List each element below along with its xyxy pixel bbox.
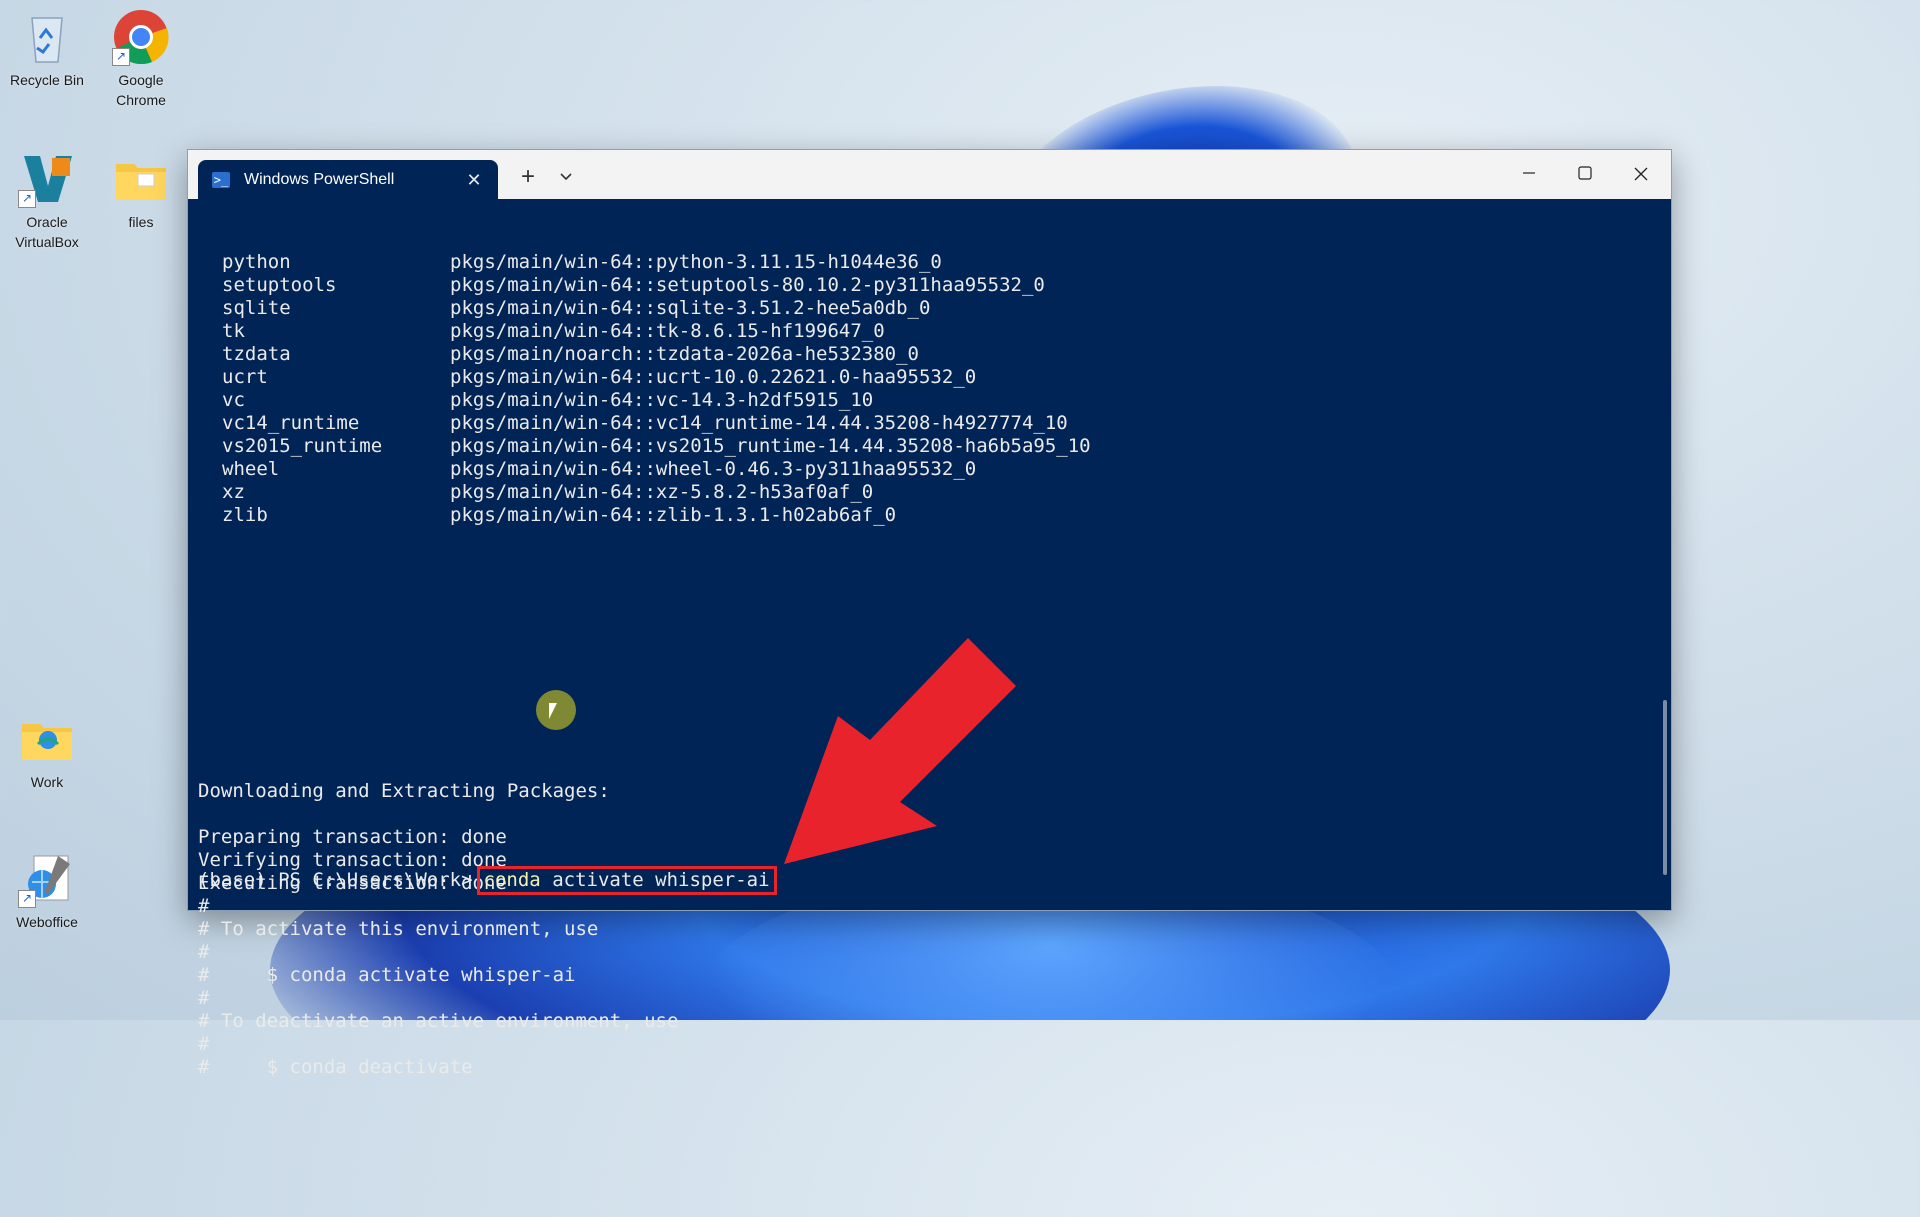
terminal-line: # [198, 941, 210, 963]
package-name: wheel [222, 458, 280, 480]
tab-powershell[interactable]: >_ Windows PowerShell ✕ [198, 160, 498, 199]
package-row: python pkgs/main/win-64::python-3.11.15-h… [198, 251, 1651, 274]
minimize-icon [1523, 172, 1535, 174]
package-row: vs2015_runtime pkgs/main/win-64::vs2015_r… [198, 435, 1651, 458]
folder-icon [112, 150, 170, 208]
desktop-icon-chrome[interactable]: ↗ Google Chrome [96, 8, 186, 110]
command-highlight-box[interactable]: conda activate whisper-ai [476, 866, 777, 895]
package-row: tzdata pkgs/main/noarch::tzdata-2026a-he5… [198, 343, 1651, 366]
package-name: setuptools [222, 274, 337, 296]
package-row: vc14_runtime pkgs/main/win-64::vc14_runti… [198, 412, 1651, 435]
terminal-line: # $ conda activate whisper-ai [198, 964, 576, 986]
desktop-icon-weboffice[interactable]: ↗ Weboffice [2, 850, 92, 932]
package-name: vs2015_runtime [222, 435, 383, 457]
shortcut-arrow-icon: ↗ [18, 190, 36, 208]
tab-dropdown-button[interactable] [551, 162, 581, 192]
package-name: tk [222, 320, 245, 342]
recycle-bin-icon [18, 8, 76, 66]
desktop-icon-label: files [128, 214, 154, 230]
close-window-button[interactable] [1613, 150, 1669, 199]
desktop-icon-label: Work [30, 774, 64, 790]
chevron-down-icon [560, 173, 572, 181]
terminal-line: # $ conda deactivate [198, 1056, 473, 1078]
close-icon [1634, 167, 1648, 181]
tab-close-button[interactable]: ✕ [462, 168, 486, 192]
terminal-output[interactable]: python pkgs/main/win-64::python-3.11.15-h… [198, 205, 1651, 1078]
terminal-line: # [198, 895, 210, 917]
package-spec: pkgs/main/win-64::python-3.11.15-h1044e3… [450, 251, 942, 273]
weboffice-icon: ↗ [18, 850, 76, 908]
shortcut-arrow-icon: ↗ [18, 890, 36, 908]
package-row: wheel pkgs/main/win-64::wheel-0.46.3-py31… [198, 458, 1651, 481]
terminal-line: # To activate this environment, use [198, 918, 599, 940]
package-row: vc pkgs/main/win-64::vc-14.3-h2df5915_10 [198, 389, 1651, 412]
terminal-line: # To deactivate an active environment, u… [198, 1010, 679, 1032]
terminal-line: # [198, 1033, 210, 1055]
package-spec: pkgs/main/win-64::wheel-0.46.3-py311haa9… [450, 458, 977, 480]
folder-icon [18, 710, 76, 768]
package-spec: pkgs/main/win-64::vs2015_runtime-14.44.3… [450, 435, 1091, 457]
shortcut-arrow-icon: ↗ [112, 48, 130, 66]
package-name: vc [222, 389, 245, 411]
package-name: tzdata [222, 343, 291, 365]
desktop-icon-label: Oracle VirtualBox [15, 214, 79, 250]
desktop-icon-label: Weboffice [16, 914, 78, 930]
terminal-line: Preparing transaction: done [198, 826, 507, 848]
terminal-scrollbar[interactable] [1663, 700, 1667, 875]
desktop-icon-work[interactable]: Work [2, 710, 92, 792]
package-spec: pkgs/main/win-64::xz-5.8.2-h53af0af_0 [450, 481, 874, 503]
window-titlebar[interactable]: >_ Windows PowerShell ✕ + [188, 150, 1671, 199]
package-row: setuptools pkgs/main/win-64::setuptools-8… [198, 274, 1651, 297]
package-row: xz pkgs/main/win-64::xz-5.8.2-h53af0af_0 [198, 481, 1651, 504]
command-args: activate whisper-ai [540, 869, 770, 891]
maximize-button[interactable] [1557, 150, 1613, 199]
terminal-line: # [198, 987, 210, 1009]
prompt-text: (base) PS C:\Users\Work> [198, 869, 473, 891]
command-keyword: conda [483, 869, 541, 891]
powershell-icon: >_ [212, 171, 230, 188]
package-list: python pkgs/main/win-64::python-3.11.15-h… [198, 251, 1651, 527]
package-name: sqlite [222, 297, 291, 319]
chrome-icon: ↗ [112, 8, 170, 66]
package-name: ucrt [222, 366, 268, 388]
tab-title: Windows PowerShell [244, 170, 395, 188]
new-tab-button[interactable]: + [510, 162, 546, 192]
desktop-icon-label: Recycle Bin [10, 72, 84, 88]
package-row: zlib pkgs/main/win-64::zlib-1.3.1-h02ab6a… [198, 504, 1651, 527]
virtualbox-icon: ↗ [18, 150, 76, 208]
package-spec: pkgs/main/win-64::sqlite-3.51.2-hee5a0db… [450, 297, 931, 319]
package-name: python [222, 251, 291, 273]
package-row: sqlite pkgs/main/win-64::sqlite-3.51.2-he… [198, 297, 1651, 320]
package-row: ucrt pkgs/main/win-64::ucrt-10.0.22621.0-… [198, 366, 1651, 389]
maximize-icon [1578, 166, 1592, 180]
terminal-log: Downloading and Extracting Packages: Prep… [198, 780, 1651, 1079]
desktop-icon-recycle-bin[interactable]: Recycle Bin [2, 8, 92, 90]
prompt-line[interactable]: (base) PS C:\Users\Work> conda activate w… [198, 866, 777, 895]
minimize-button[interactable] [1501, 150, 1557, 199]
package-spec: pkgs/main/win-64::ucrt-10.0.22621.0-haa9… [450, 366, 977, 388]
desktop-icon-files[interactable]: files [96, 150, 186, 232]
desktop-icon-label: Google Chrome [116, 72, 166, 108]
package-spec: pkgs/main/win-64::zlib-1.3.1-h02ab6af_0 [450, 504, 897, 526]
mouse-pointer-icon [549, 703, 562, 719]
package-spec: pkgs/main/win-64::tk-8.6.15-hf199647_0 [450, 320, 885, 342]
package-spec: pkgs/main/win-64::setuptools-80.10.2-py3… [450, 274, 1045, 296]
desktop-icon-virtualbox[interactable]: ↗ Oracle VirtualBox [2, 150, 92, 252]
package-spec: pkgs/main/win-64::vc-14.3-h2df5915_10 [450, 389, 874, 411]
package-name: vc14_runtime [222, 412, 360, 434]
package-spec: pkgs/main/noarch::tzdata-2026a-he532380_… [450, 343, 919, 365]
powershell-window[interactable]: >_ Windows PowerShell ✕ + python pkgs/mai… [187, 149, 1672, 1078]
package-name: xz [222, 481, 245, 503]
package-spec: pkgs/main/win-64::vc14_runtime-14.44.352… [450, 412, 1068, 434]
terminal-line: Downloading and Extracting Packages: [198, 780, 610, 802]
package-row: tk pkgs/main/win-64::tk-8.6.15-hf199647_0 [198, 320, 1651, 343]
package-name: zlib [222, 504, 268, 526]
